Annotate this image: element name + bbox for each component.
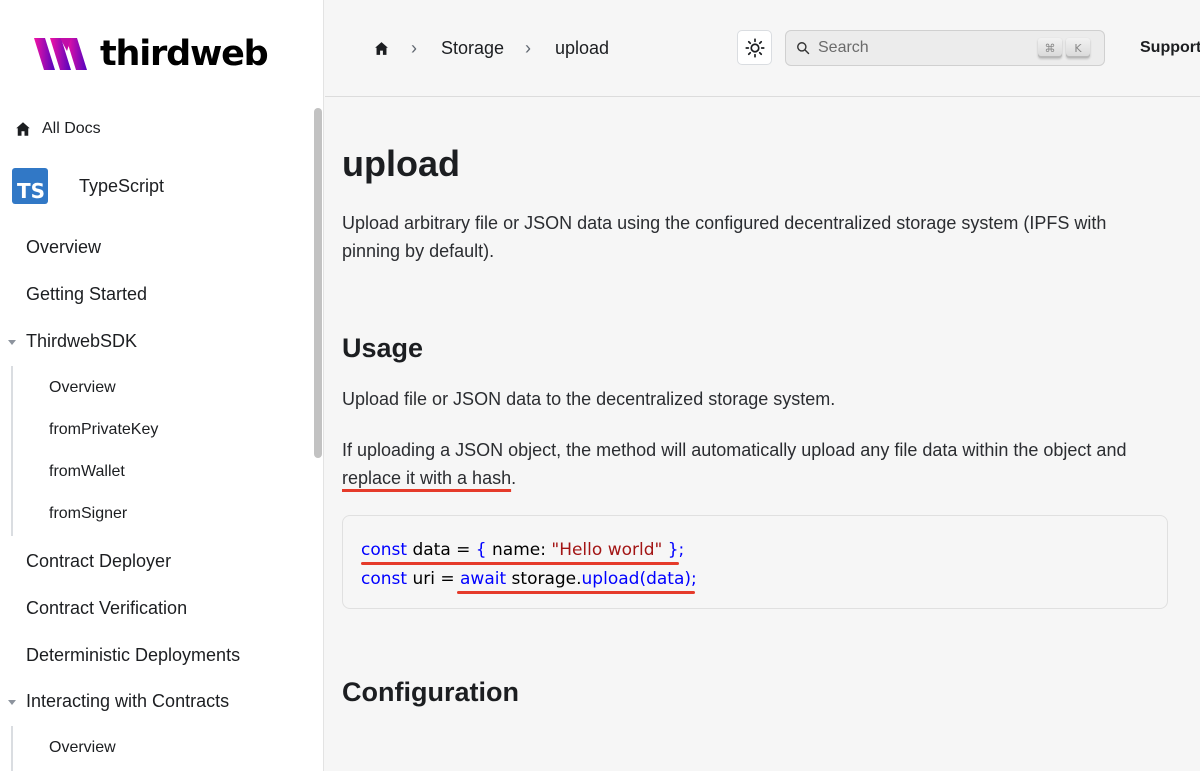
sidebar-item-overview[interactable]: Overview: [26, 237, 101, 258]
search-icon: [797, 42, 810, 55]
theme-toggle-button[interactable]: [737, 30, 772, 65]
usage-heading: Usage: [342, 333, 424, 363]
code-text: data =: [407, 540, 476, 560]
underlined-phrase: replace it with a hash: [342, 468, 512, 488]
breadcrumb-separator-icon: ›: [525, 38, 531, 58]
thirdweb-logo-icon: [34, 38, 87, 70]
code-brace: {: [475, 540, 487, 560]
sidebar-item-label: ThirdwebSDK: [26, 331, 138, 351]
sidebar-item-label: fromWallet: [49, 463, 125, 480]
sidebar-item-deterministic-deployments[interactable]: Deterministic Deployments: [26, 645, 240, 666]
k-key: K: [1066, 38, 1090, 58]
sidebar-item-contract-verification[interactable]: Contract Verification: [26, 598, 187, 619]
sidebar-subitem-fromsigner[interactable]: fromSigner: [49, 505, 127, 523]
caret-down-icon[interactable]: [7, 337, 17, 347]
sidebar-item-label: Deterministic Deployments: [26, 645, 241, 665]
code-keyword: const: [361, 540, 408, 560]
code-text: uri =: [407, 569, 460, 589]
caret-down-icon[interactable]: [7, 697, 17, 707]
sidebar-item-label: Contract Verification: [26, 598, 188, 618]
code-keyword: await: [460, 569, 507, 589]
usage-paragraph-1: Upload file or JSON data to the decentra…: [342, 389, 836, 409]
code-text: name:: [486, 540, 552, 560]
code-string: "Hello world": [551, 540, 663, 560]
search-box[interactable]: Search ⌘ K: [785, 30, 1105, 66]
breadcrumb-upload: upload: [555, 38, 610, 58]
search-shortcut: ⌘ K: [1038, 38, 1090, 58]
sidebar-item-label: Getting Started: [26, 284, 148, 304]
sidebar-item-thirdwebsdk[interactable]: ThirdwebSDK: [0, 331, 137, 352]
sidebar-item-label: TypeScript: [79, 175, 165, 196]
usage-paragraph-2-text: If uploading a JSON object, the method w…: [342, 440, 1127, 460]
sidebar-item-getting-started[interactable]: Getting Started: [26, 284, 147, 305]
sidebar-item-label: All Docs: [42, 120, 101, 137]
brand-name: thirdweb: [100, 34, 269, 74]
code-keyword: const: [361, 569, 408, 589]
usage-paragraph-2-end: .: [511, 468, 517, 488]
code-line-1: const data = { name: "Hello world" };: [361, 536, 1149, 565]
sidebar-item-label: Overview: [26, 237, 102, 257]
sidebar-item-typescript[interactable]: TS TypeScript: [12, 168, 164, 204]
sidebar-item-interacting-with-contracts[interactable]: Interacting with Contracts: [0, 691, 229, 712]
typescript-icon: TS: [12, 168, 48, 204]
sidebar-scrollbar[interactable]: [314, 108, 322, 458]
sidebar-subitem-overview-2[interactable]: Overview: [49, 739, 116, 757]
sidebar-item-label: Interacting with Contracts: [26, 691, 230, 711]
code-block[interactable]: const data = { name: "Hello world" }; co…: [342, 515, 1168, 609]
thirdweb-logo[interactable]: thirdweb: [34, 34, 269, 74]
sidebar-subitem-overview[interactable]: Overview: [49, 379, 116, 397]
support-link[interactable]: Support: [1140, 39, 1200, 57]
sidebar-item-label: fromPrivateKey: [49, 421, 159, 438]
sidebar-item-label: Overview: [49, 379, 116, 396]
configuration-heading: Configuration: [342, 677, 519, 707]
annotation-underline: [457, 591, 695, 594]
sidebar-subitem-fromwallet[interactable]: fromWallet: [49, 463, 125, 481]
intro-paragraph: Upload arbitrary file or JSON data using…: [342, 213, 1107, 261]
submenu-border: [11, 366, 13, 536]
sidebar-item-label: Overview: [49, 739, 116, 756]
sidebar-item-label: Contract Deployer: [26, 551, 172, 571]
page-title: upload: [342, 143, 460, 184]
sidebar-item-all-docs[interactable]: All Docs: [14, 120, 101, 138]
code-text: };: [662, 540, 685, 560]
top-navbar: › Storage › upload Search ⌘ K Support: [325, 0, 1200, 97]
code-text: (data);: [639, 569, 697, 589]
code-text: storage.: [506, 569, 582, 589]
breadcrumb-separator-icon: ›: [411, 38, 417, 58]
submenu-border: [11, 726, 13, 771]
search-placeholder: Search: [818, 39, 869, 56]
sun-icon: [744, 37, 765, 58]
sidebar-item-contract-deployer[interactable]: Contract Deployer: [26, 551, 171, 572]
sidebar: thirdweb All Docs TS TypeScript Overview…: [0, 0, 324, 771]
typescript-badge-text: TS: [16, 179, 45, 203]
usage-paragraph-2: If uploading a JSON object, the method w…: [342, 436, 1152, 492]
code-function: upload: [581, 569, 640, 589]
breadcrumb-storage[interactable]: Storage: [441, 38, 504, 59]
sidebar-item-label: fromSigner: [49, 505, 128, 522]
sidebar-subitem-fromprivatekey[interactable]: fromPrivateKey: [49, 421, 158, 439]
code-line-2: const uri = await storage.upload(data);: [361, 565, 1149, 594]
home-icon: [16, 122, 30, 136]
breadcrumb-home-icon[interactable]: [373, 40, 390, 57]
cmd-key: ⌘: [1038, 38, 1062, 58]
